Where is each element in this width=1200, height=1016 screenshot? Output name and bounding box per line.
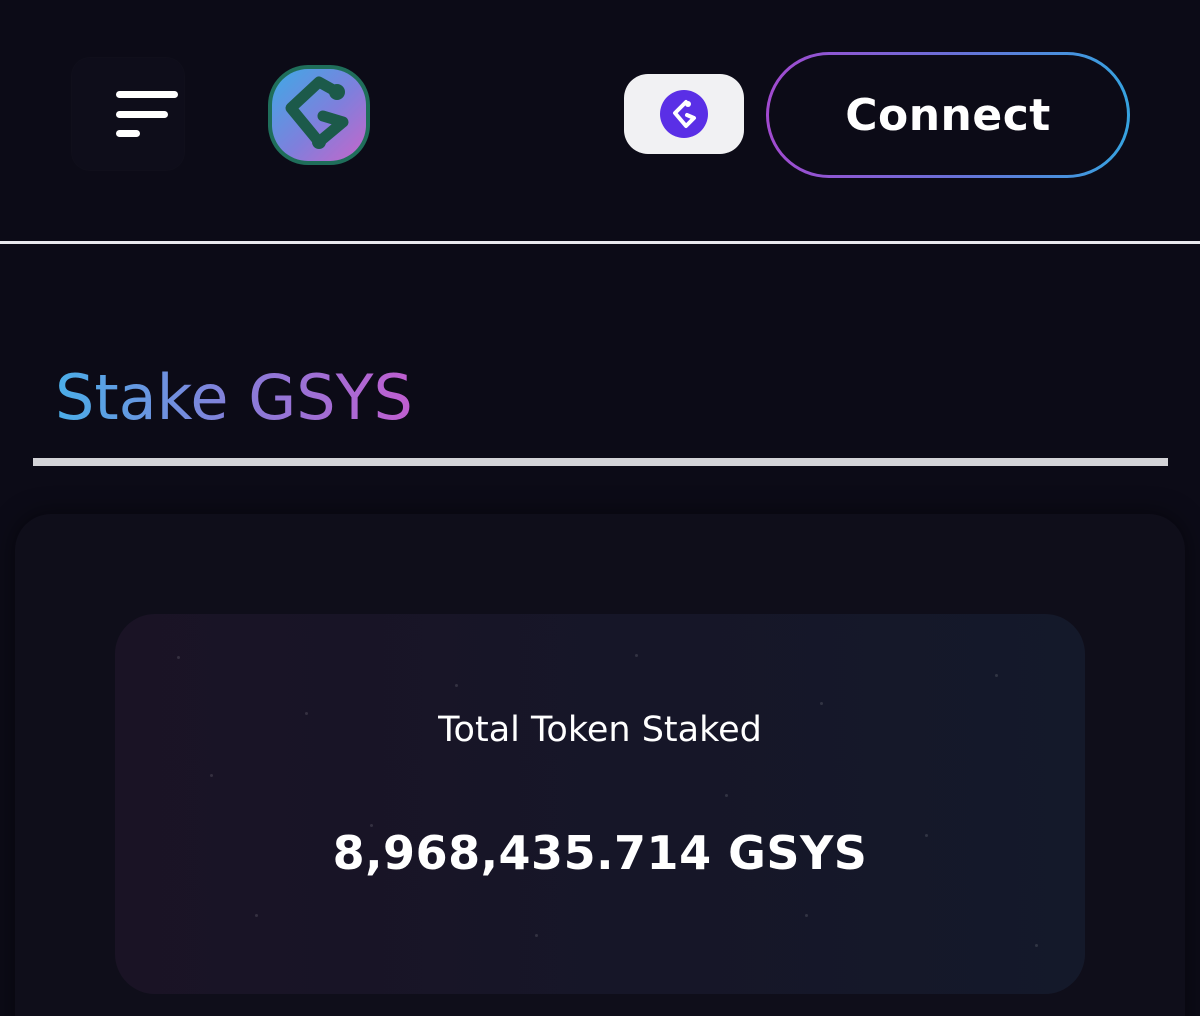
menu-button[interactable] — [72, 58, 184, 170]
connect-button-label: Connect — [769, 55, 1127, 175]
total-staked-value: 8,968,435.714 GSYS — [332, 826, 868, 880]
menu-icon-line-middle — [116, 111, 168, 118]
app-page: Connect Stake GSYS Total Token Staked 8,… — [0, 0, 1200, 1016]
connect-wallet-button[interactable]: Connect — [766, 52, 1130, 178]
top-header: Connect — [0, 0, 1200, 242]
header-divider — [0, 241, 1200, 244]
title-divider — [33, 458, 1168, 466]
network-token-icon — [660, 90, 708, 138]
page-title: Stake GSYS — [55, 361, 413, 434]
total-staked-card — [115, 614, 1085, 994]
network-selector-button[interactable] — [624, 74, 744, 154]
total-staked-label: Total Token Staked — [438, 710, 762, 750]
gsys-logo-icon[interactable] — [265, 62, 373, 168]
menu-icon-line-bottom — [116, 130, 140, 137]
menu-icon-line-top — [116, 91, 178, 98]
